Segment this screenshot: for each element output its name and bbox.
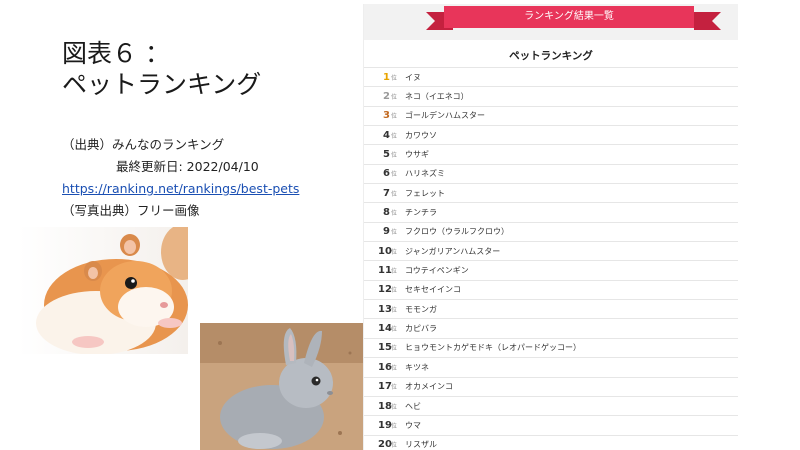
rank-number: 4 <box>383 129 390 141</box>
photo-source-label: （写真出典）フリー画像 <box>62 203 200 218</box>
rank-number: 12 <box>378 284 392 296</box>
rank-row-10[interactable]: 10 位ジャンガリアンハムスター <box>364 241 738 260</box>
rank-row-6[interactable]: 6 位ハリネズミ <box>364 163 738 183</box>
rank-number: 16 <box>378 361 392 373</box>
rank-number: 13 <box>378 303 392 315</box>
rank-number: 1 <box>383 71 390 83</box>
rank-number: 20 <box>378 439 392 450</box>
rank-number: 3 <box>383 110 390 122</box>
rank-name: ハリネズミ <box>405 169 446 179</box>
source-block: （出典）みんなのランキング 最終更新日: 2022/04/10 https://… <box>62 134 299 222</box>
rank-number: 10 <box>378 245 392 257</box>
rank-name: ゴールデンハムスター <box>405 111 486 121</box>
rank-row-1[interactable]: 1 位イヌ <box>364 67 738 86</box>
rank-row-14[interactable]: 14 位カピバラ <box>364 318 738 337</box>
rank-number: 7 <box>383 187 390 199</box>
rank-suffix: 位 <box>391 152 398 160</box>
rank-name: カワウソ <box>405 130 438 140</box>
rank-suffix: 位 <box>391 422 398 430</box>
rank-name: コウテイペンギン <box>405 266 469 276</box>
rank-row-20[interactable]: 20 位リスザル <box>364 434 738 450</box>
rank-name: キツネ <box>405 362 430 372</box>
rank-suffix: 位 <box>391 442 398 450</box>
rank-suffix: 位 <box>391 171 398 179</box>
rank-row-12[interactable]: 12 位セキセイインコ <box>364 279 738 299</box>
rank-suffix: 位 <box>391 326 398 334</box>
ranking-list: 1 位イヌ 2 位ネコ（イエネコ） 3 位ゴールデンハムスター 4 位カワウソ 5 位ウサ… <box>364 67 738 450</box>
rank-row-8[interactable]: 8 位チンチラ <box>364 202 738 221</box>
rank-row-9[interactable]: 9 位フクロウ（ウラルフクロウ） <box>364 221 738 241</box>
rank-number: 2 <box>383 91 390 103</box>
rank-suffix: 位 <box>391 210 398 218</box>
rank-suffix: 位 <box>391 345 398 353</box>
rank-suffix: 位 <box>391 248 398 256</box>
rank-row-7[interactable]: 7 位フェレット <box>364 183 738 202</box>
rank-name: イヌ <box>405 72 422 82</box>
rank-name: モモンガ <box>405 304 438 314</box>
rank-name: フェレット <box>405 188 446 198</box>
rank-name: リスザル <box>405 440 438 450</box>
rank-suffix: 位 <box>391 403 398 411</box>
ranking-results-ribbon: ランキング結果一覧 <box>444 6 694 28</box>
source-label: （出典）みんなのランキング <box>62 137 225 152</box>
rank-name: カピバラ <box>405 324 438 334</box>
rank-row-4[interactable]: 4 位カワウソ <box>364 125 738 144</box>
rank-suffix: 位 <box>391 132 398 140</box>
slide-title: 図表６ ： ペットランキング <box>62 39 262 99</box>
rank-suffix: 位 <box>391 190 398 198</box>
rank-name: ヘビ <box>405 401 422 411</box>
rank-number: 14 <box>378 323 392 335</box>
rank-row-5[interactable]: 5 位ウサギ <box>364 144 738 163</box>
rank-name: フクロウ（ウラルフクロウ） <box>405 227 510 237</box>
rank-number: 18 <box>378 400 392 412</box>
ranking-subtitle: ペットランキング <box>509 50 593 62</box>
rank-suffix: 位 <box>391 306 398 314</box>
rank-suffix: 位 <box>391 113 398 121</box>
rank-row-17[interactable]: 17 位オカメインコ <box>364 376 738 396</box>
ranking-panel: ランキング結果一覧 ペットランキング 1 位イヌ 2 位ネコ（イエネコ） 3 位ゴール… <box>363 4 738 450</box>
rank-row-13[interactable]: 13 位モモンガ <box>364 299 738 318</box>
hamster-photo <box>18 227 188 354</box>
rank-suffix: 位 <box>391 229 398 237</box>
rank-row-3[interactable]: 3 位ゴールデンハムスター <box>364 105 738 125</box>
rank-number: 19 <box>378 419 392 431</box>
rank-number: 6 <box>383 168 390 180</box>
rank-number: 11 <box>378 265 392 277</box>
rank-suffix: 位 <box>391 94 398 102</box>
rank-suffix: 位 <box>391 384 398 392</box>
rank-number: 17 <box>378 381 392 393</box>
rank-row-15[interactable]: 15 位ヒョウモントカゲモドキ（レオパードゲッコー） <box>364 337 738 357</box>
rank-row-2[interactable]: 2 位ネコ（イエネコ） <box>364 86 738 105</box>
rank-name: オカメインコ <box>405 382 454 392</box>
rank-name: ヒョウモントカゲモドキ（レオパードゲッコー） <box>405 343 582 353</box>
rank-number: 8 <box>383 207 390 219</box>
rank-row-18[interactable]: 18 位ヘビ <box>364 395 738 415</box>
rank-name: チンチラ <box>405 208 438 218</box>
last-updated: 最終更新日: 2022/04/10 <box>116 159 259 174</box>
rank-name: セキセイインコ <box>405 285 462 295</box>
rank-number: 15 <box>378 342 392 354</box>
rank-row-19[interactable]: 19 位ウマ <box>364 415 738 434</box>
rank-name: ジャンガリアンハムスター <box>405 246 501 256</box>
rank-name: ウマ <box>405 420 422 430</box>
panel-header: ランキング結果一覧 <box>364 4 738 40</box>
rank-number: 9 <box>383 226 390 238</box>
rank-name: ウサギ <box>405 150 430 160</box>
rabbit-photo <box>200 323 366 450</box>
rank-suffix: 位 <box>391 287 398 295</box>
rank-number: 5 <box>383 149 390 161</box>
rank-row-11[interactable]: 11 位コウテイペンギン <box>364 260 738 279</box>
rank-row-16[interactable]: 16 位キツネ <box>364 357 738 376</box>
rank-suffix: 位 <box>391 364 398 372</box>
rank-suffix: 位 <box>391 268 398 276</box>
rank-name: ネコ（イエネコ） <box>405 92 469 102</box>
ribbon-tail-right <box>694 12 721 30</box>
source-link[interactable]: https://ranking.net/rankings/best-pets <box>62 178 299 200</box>
rank-suffix: 位 <box>391 74 398 82</box>
